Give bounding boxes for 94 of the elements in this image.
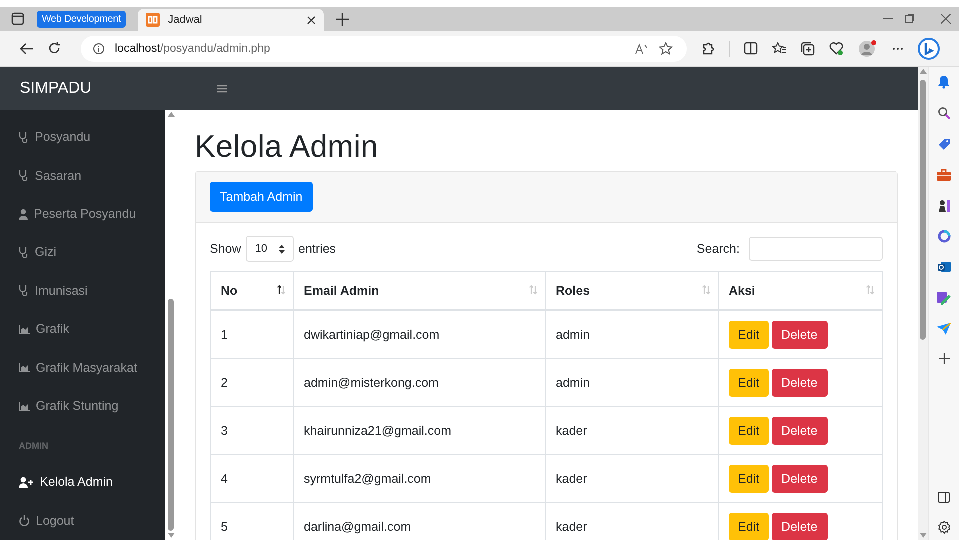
- menu-icon[interactable]: [216, 84, 227, 92]
- edit-button[interactable]: Edit: [729, 464, 769, 492]
- delete-button[interactable]: Delete: [772, 416, 828, 444]
- chart-icon: [19, 363, 30, 372]
- more-icon[interactable]: [892, 46, 904, 50]
- chess-piece-icon[interactable]: [938, 199, 950, 212]
- search-label: Search:: [696, 242, 740, 256]
- settings-icon[interactable]: [938, 521, 950, 534]
- stethoscope-icon: [19, 170, 29, 182]
- edit-button[interactable]: Edit: [729, 512, 769, 540]
- sidebar-item[interactable]: Imunisasi: [0, 272, 165, 310]
- split-screen-icon[interactable]: [744, 42, 758, 55]
- read-aloud-icon[interactable]: [635, 42, 649, 54]
- sidebar-item[interactable]: Peserta Posyandu: [0, 194, 165, 234]
- edit-button[interactable]: Edit: [729, 368, 769, 396]
- table-cell: admin: [546, 310, 718, 358]
- reload-icon[interactable]: [48, 42, 61, 55]
- show-label: Show: [210, 242, 242, 256]
- scroll-up-icon[interactable]: [168, 112, 174, 117]
- puzzle-icon[interactable]: [701, 42, 715, 56]
- sidebar-item[interactable]: Posyandu: [0, 118, 165, 156]
- browser-tab[interactable]: Jadwal: [138, 9, 324, 31]
- search-icon[interactable]: [938, 107, 950, 120]
- delete-button[interactable]: Delete: [772, 464, 828, 492]
- edit-button[interactable]: Edit: [729, 320, 769, 348]
- edit-button[interactable]: Edit: [729, 416, 769, 444]
- collections-icon[interactable]: [801, 42, 815, 56]
- plus-icon[interactable]: [938, 353, 950, 364]
- paper-plane-icon[interactable]: [937, 323, 951, 335]
- chart-icon: [19, 324, 30, 334]
- sidebar-item[interactable]: Grafik: [0, 310, 165, 348]
- column-header[interactable]: Email Admin: [294, 272, 546, 310]
- sidebar-item[interactable]: Logout: [0, 502, 165, 540]
- stethoscope-icon: [19, 285, 29, 296]
- bell-icon[interactable]: [938, 75, 950, 89]
- pen-icon[interactable]: [937, 291, 951, 305]
- chat-logo-icon[interactable]: [918, 38, 940, 60]
- table-cell: syrmtulfa2@gmail.com: [294, 454, 546, 502]
- user-plus-icon: [19, 476, 34, 488]
- search-field[interactable]: [749, 237, 883, 261]
- restore-icon[interactable]: [905, 14, 915, 24]
- table-cell: kader: [546, 406, 718, 454]
- delete-button[interactable]: Delete: [772, 320, 828, 348]
- section-heading: ADMIN: [18, 440, 50, 454]
- sidebar-item[interactable]: Kelola Admin: [0, 463, 165, 502]
- add-admin-button[interactable]: Tambah Admin: [210, 182, 313, 212]
- star-icon[interactable]: [659, 42, 673, 56]
- tab-group-label[interactable]: Web Development: [37, 10, 126, 28]
- chart-icon: [19, 402, 30, 411]
- entries-label: entries: [298, 242, 336, 256]
- table-cell: admin@misterkong.com: [294, 358, 546, 406]
- close-icon[interactable]: [307, 16, 316, 24]
- table-cell: 4: [210, 454, 294, 502]
- caret-icon: [278, 244, 285, 254]
- sidebar-item[interactable]: Sasaran: [0, 156, 165, 195]
- sidebar-item[interactable]: Gizi: [0, 233, 165, 272]
- table-cell: dwikartiniap@gmail.com: [294, 310, 546, 358]
- close-window-icon[interactable]: [941, 14, 951, 24]
- stethoscope-icon: [19, 132, 29, 143]
- stethoscope-icon: [19, 246, 29, 258]
- table-cell: admin: [546, 358, 718, 406]
- ring-logo-icon[interactable]: [938, 230, 950, 243]
- back-icon[interactable]: [20, 42, 34, 54]
- sidebar-scrollbar[interactable]: [165, 110, 177, 540]
- sidebar-item[interactable]: Grafik Masyarakat: [0, 348, 165, 387]
- column-header[interactable]: Roles: [546, 272, 718, 310]
- new-tab-icon[interactable]: [336, 12, 350, 26]
- power-icon: [19, 514, 30, 527]
- table-cell: 1: [210, 310, 294, 358]
- table-cell: 3: [210, 406, 294, 454]
- scroll-down-icon[interactable]: [168, 533, 174, 538]
- toolbox-icon[interactable]: [937, 169, 951, 181]
- brand-title[interactable]: SIMPADU: [20, 80, 92, 98]
- table-cell: 2: [210, 358, 294, 406]
- tag-icon[interactable]: [938, 138, 950, 151]
- table-cell: kader: [546, 454, 718, 502]
- sidebar-panel-icon[interactable]: [938, 492, 950, 503]
- favorites-icon[interactable]: [772, 42, 787, 56]
- avatar-icon[interactable]: [858, 40, 878, 58]
- column-header[interactable]: No: [210, 272, 294, 310]
- mail-icon[interactable]: [938, 261, 950, 273]
- address-field[interactable]: localhost/posyandu/admin.php: [81, 36, 687, 62]
- sidebar-item[interactable]: Grafik Stunting: [0, 386, 165, 426]
- table-cell: khairunniza21@gmail.com: [294, 406, 546, 454]
- column-header[interactable]: Aksi: [718, 272, 882, 310]
- app-logo-icon: [146, 13, 160, 27]
- delete-button[interactable]: Delete: [772, 368, 828, 396]
- delete-button[interactable]: Delete: [772, 512, 828, 540]
- entries-select[interactable]: 10: [246, 236, 294, 262]
- page-title: Kelola Admin: [195, 129, 380, 165]
- table-cell: 5: [210, 502, 294, 540]
- user-icon: [19, 208, 28, 220]
- info-icon: [93, 42, 105, 54]
- tab-actions-icon[interactable]: [11, 12, 25, 26]
